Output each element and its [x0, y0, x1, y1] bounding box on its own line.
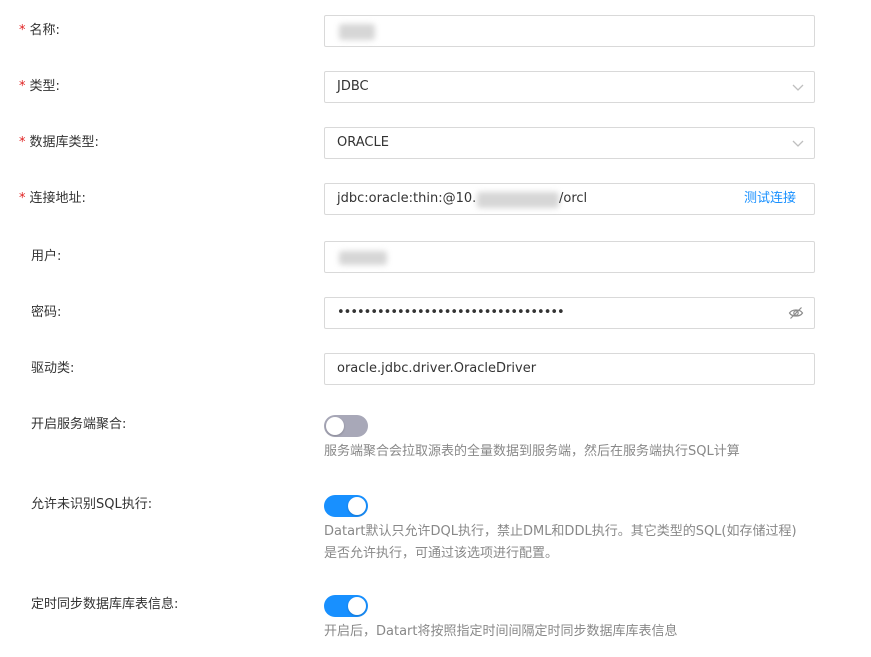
- user-input[interactable]: [324, 241, 815, 273]
- db-type-select[interactable]: ORACLE: [324, 127, 815, 159]
- redacted-ip: [477, 192, 559, 208]
- driver-input[interactable]: oracle.jdbc.driver.OracleDriver: [324, 353, 815, 385]
- db-type-label-text: 数据库类型:: [29, 135, 99, 150]
- unknown-sql-help-line1: Datart默认只允许DQL执行，禁止DML和DDL执行。其它类型的SQL(如存…: [324, 524, 797, 539]
- type-label-text: 类型:: [29, 79, 60, 94]
- user-label: 用户:: [31, 249, 62, 264]
- driver-value: oracle.jdbc.driver.OracleDriver: [337, 361, 537, 376]
- required-mark: *: [19, 23, 26, 38]
- url-value-suffix: /orcl: [559, 191, 588, 206]
- required-mark: *: [19, 135, 26, 150]
- server-agg-switch[interactable]: [324, 415, 368, 437]
- db-type-value: ORACLE: [337, 135, 389, 150]
- sync-meta-label: 定时同步数据库库表信息:: [31, 597, 179, 612]
- db-type-label: * 数据库类型:: [19, 133, 99, 153]
- password-input[interactable]: ••••••••••••••••••••••••••••••••••: [324, 297, 815, 329]
- name-input[interactable]: [324, 15, 815, 47]
- type-value: JDBC: [337, 79, 369, 94]
- chevron-down-icon: [792, 140, 804, 147]
- url-label: * 连接地址:: [19, 189, 86, 209]
- unknown-sql-help-line2: 是否允许执行，可通过该选项进行配置。: [324, 546, 559, 561]
- redacted-name: [339, 24, 375, 40]
- test-connection-link[interactable]: 测试连接: [744, 184, 796, 214]
- eye-invisible-icon[interactable]: [788, 305, 804, 321]
- sync-meta-help: 开启后，Datart将按照指定时间间隔定时同步数据库库表信息: [324, 624, 678, 639]
- unknown-sql-switch[interactable]: [324, 495, 368, 517]
- redacted-user: [339, 251, 387, 265]
- required-mark: *: [19, 191, 26, 206]
- switch-knob: [348, 597, 366, 615]
- url-value-prefix: jdbc:oracle:thin:@10.: [337, 191, 477, 206]
- type-label: * 类型:: [19, 77, 60, 97]
- server-agg-label: 开启服务端聚合:: [31, 417, 127, 432]
- name-label: * 名称:: [19, 21, 60, 41]
- password-label: 密码:: [31, 305, 62, 320]
- server-agg-help: 服务端聚合会拉取源表的全量数据到服务端，然后在服务端执行SQL计算: [324, 444, 740, 459]
- required-mark: *: [19, 79, 26, 94]
- password-value: ••••••••••••••••••••••••••••••••••: [337, 305, 565, 320]
- switch-knob: [348, 497, 366, 515]
- chevron-down-icon: [792, 84, 804, 91]
- name-label-text: 名称:: [29, 23, 60, 38]
- driver-label: 驱动类:: [31, 361, 75, 376]
- url-label-text: 连接地址:: [29, 191, 86, 206]
- sync-meta-switch[interactable]: [324, 595, 368, 617]
- type-select[interactable]: JDBC: [324, 71, 815, 103]
- switch-knob: [326, 417, 344, 435]
- url-input[interactable]: jdbc:oracle:thin:@10. /orcl 测试连接: [324, 183, 815, 215]
- unknown-sql-label: 允许未识别SQL执行:: [31, 497, 153, 512]
